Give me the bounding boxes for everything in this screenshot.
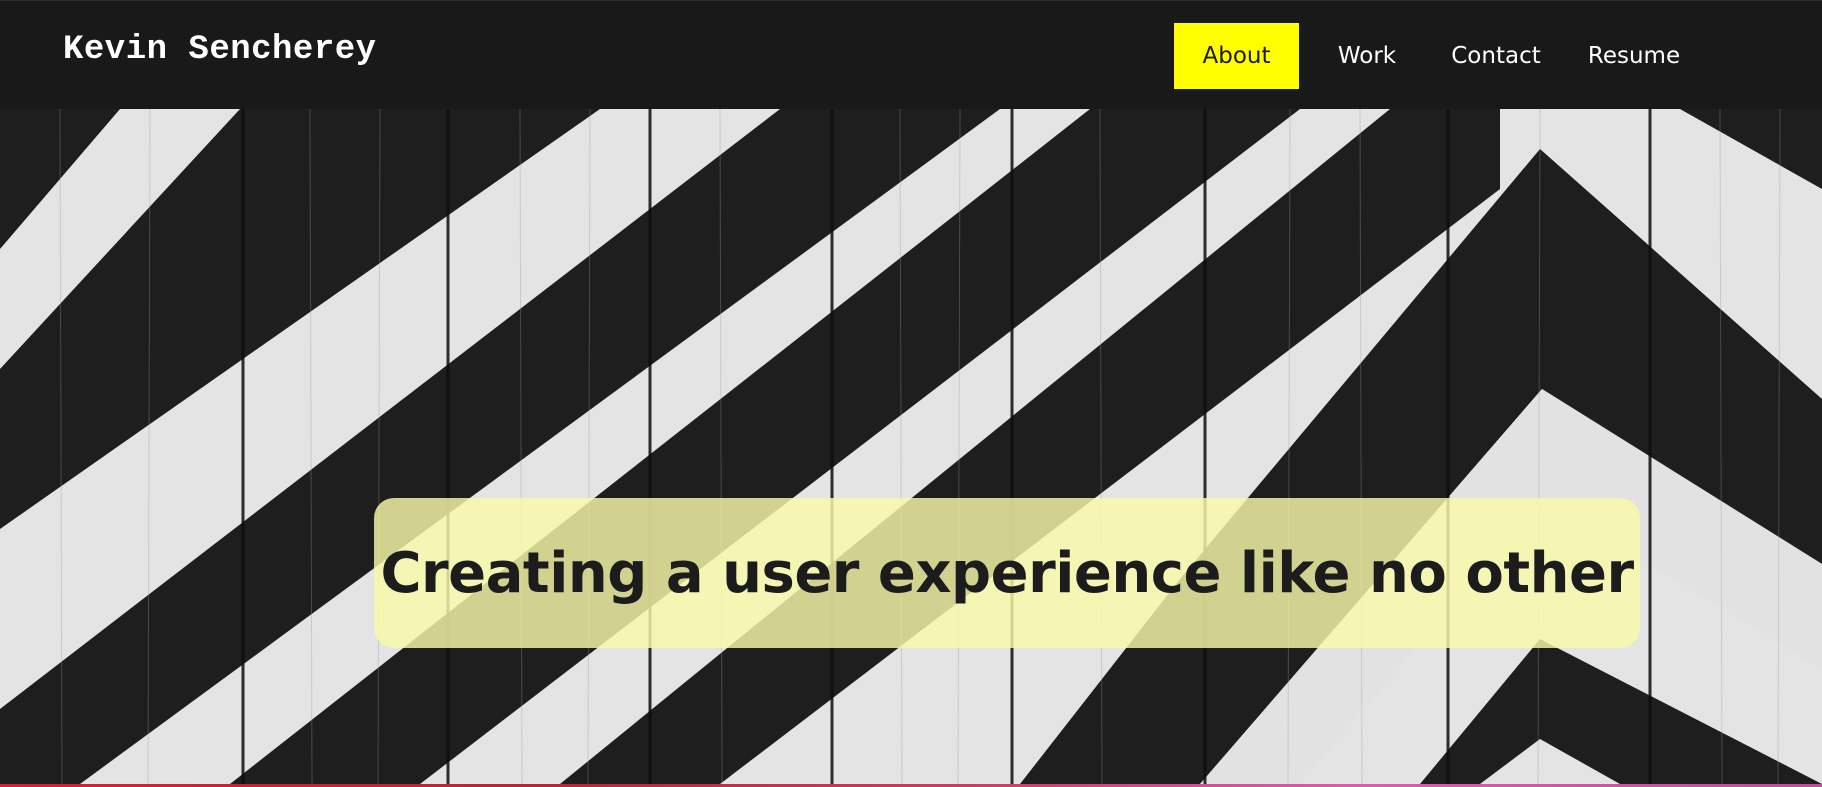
nav-item-contact[interactable]: Contact (1435, 23, 1557, 89)
nav-item-about[interactable]: About (1174, 23, 1299, 89)
hero-banner: Creating a user experience like no other (0, 109, 1822, 784)
hero-tagline: Creating a user experience like no other (380, 540, 1634, 606)
nav-item-resume[interactable]: Resume (1578, 23, 1690, 89)
nav-item-work[interactable]: Work (1319, 23, 1415, 89)
brand-logo-text[interactable]: Kevin Sencherey (63, 31, 377, 69)
tagline-box: Creating a user experience like no other (374, 498, 1640, 648)
top-navbar: Kevin Sencherey About Work Contact Resum… (0, 0, 1822, 109)
hero-background-image (0, 109, 1822, 784)
